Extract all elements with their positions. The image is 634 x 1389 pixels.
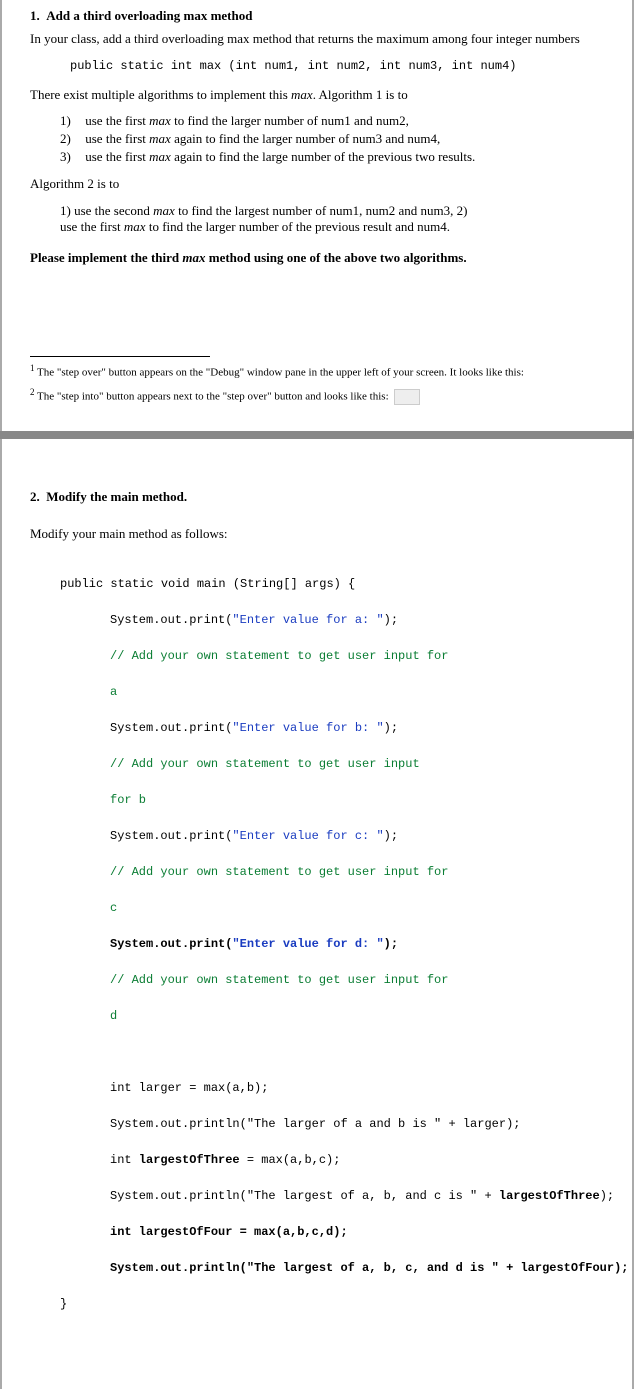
item-text: use the first xyxy=(60,219,124,234)
code-line: System.out.print("Enter value for b: "); xyxy=(60,719,604,737)
code-line: System.out.print("Enter value for c: "); xyxy=(60,827,604,845)
code-comment: d xyxy=(60,1007,604,1025)
item-tail: to find the larger number of the previou… xyxy=(146,219,450,234)
please-post: method using one of the above two algori… xyxy=(206,250,467,265)
code-line: public static void main (String[] args) … xyxy=(60,575,604,593)
max-word: max xyxy=(149,113,171,128)
algorithm-2-list: 1) use the second max to find the larges… xyxy=(60,203,604,235)
code-line: System.out.println("The largest of a, b,… xyxy=(60,1187,604,1205)
code-line: int largestOfThree = max(a,b,c); xyxy=(60,1151,604,1169)
code-comment: a xyxy=(60,683,604,701)
code-line: int largestOfFour = max(a,b,c,d); xyxy=(60,1223,604,1241)
max-word: max xyxy=(149,131,171,146)
max-word: max xyxy=(182,250,205,265)
item-text: use the first xyxy=(85,149,149,164)
there-exist-tail: . Algorithm 1 is to xyxy=(313,87,408,102)
code-comment: // Add your own statement to get user in… xyxy=(60,971,604,989)
page-gap xyxy=(0,431,634,439)
footnote-rule xyxy=(30,356,210,357)
section-2-heading: 2. Modify the main method. xyxy=(30,489,604,505)
max-word: max xyxy=(291,87,313,102)
max-word: max xyxy=(153,203,175,218)
list-item: 3) use the first max again to find the l… xyxy=(60,149,604,165)
algorithm-2-label: Algorithm 2 is to xyxy=(30,175,604,193)
step-into-icon xyxy=(394,389,420,405)
item-text: use the first xyxy=(85,131,149,146)
code-line: System.out.print("Enter value for a: "); xyxy=(60,611,604,629)
item-label: 2) xyxy=(60,131,82,147)
page-2: 2. Modify the main method. Modify your m… xyxy=(0,439,634,1389)
code-comment: c xyxy=(60,899,604,917)
footnote-text: The "step into" button appears next to t… xyxy=(35,391,389,403)
footnote-1: 1 The "step over" button appears on the … xyxy=(30,363,604,379)
item-tail: again to find the large number of the pr… xyxy=(171,149,475,164)
code-comment: // Add your own statement to get user in… xyxy=(60,755,604,773)
code-comment: // Add your own statement to get user in… xyxy=(60,863,604,881)
heading-text: Add a third overloading max method xyxy=(46,8,252,23)
section-1-intro: In your class, add a third overloading m… xyxy=(30,30,604,48)
heading-number: 1. xyxy=(30,8,40,23)
blank-line xyxy=(60,1043,604,1061)
heading-text: Modify the main method. xyxy=(46,489,187,504)
please-pre: Please implement the third xyxy=(30,250,182,265)
there-exist-text: There exist multiple algorithms to imple… xyxy=(30,87,291,102)
heading-number: 2. xyxy=(30,489,40,504)
list-item: 1) use the first max to find the larger … xyxy=(60,113,604,129)
max-word: max xyxy=(149,149,171,164)
item-tail: to find the larger number of num1 and nu… xyxy=(171,113,409,128)
page-1: 1. Add a third overloading max method In… xyxy=(0,0,634,431)
code-line: } xyxy=(60,1295,604,1313)
code-line: System.out.println("The larger of a and … xyxy=(60,1115,604,1133)
item-label: 1) xyxy=(60,203,74,218)
max-word: max xyxy=(124,219,146,234)
there-exist-para: There exist multiple algorithms to imple… xyxy=(30,86,604,104)
item-tail: again to find the larger number of num3 … xyxy=(171,131,440,146)
footnote-2: 2 The "step into" button appears next to… xyxy=(30,387,604,405)
code-line: System.out.println("The largest of a, b,… xyxy=(60,1259,604,1277)
code-comment: for b xyxy=(60,791,604,809)
algorithm-1-list: 1) use the first max to find the larger … xyxy=(60,113,604,165)
code-line: int larger = max(a,b); xyxy=(60,1079,604,1097)
please-implement: Please implement the third max method us… xyxy=(30,249,604,267)
item-text: use the second xyxy=(74,203,153,218)
footnote-text: The "step over" button appears on the "D… xyxy=(35,367,524,379)
list-item: 2) use the first max again to find the l… xyxy=(60,131,604,147)
list-item: use the first max to find the larger num… xyxy=(60,219,604,235)
item-label: 3) xyxy=(60,149,82,165)
main-method-code: public static void main (String[] args) … xyxy=(60,557,604,1349)
section-2-intro: Modify your main method as follows: xyxy=(30,525,604,543)
item-tail: to find the largest number of num1, num2… xyxy=(175,203,468,218)
item-label: 1) xyxy=(60,113,82,129)
code-line: System.out.print("Enter value for d: "); xyxy=(60,935,604,953)
code-comment: // Add your own statement to get user in… xyxy=(60,647,604,665)
section-1-heading: 1. Add a third overloading max method xyxy=(30,8,604,24)
list-item: 1) use the second max to find the larges… xyxy=(60,203,604,219)
method-signature: public static int max (int num1, int num… xyxy=(70,58,604,74)
item-text: use the first xyxy=(85,113,149,128)
